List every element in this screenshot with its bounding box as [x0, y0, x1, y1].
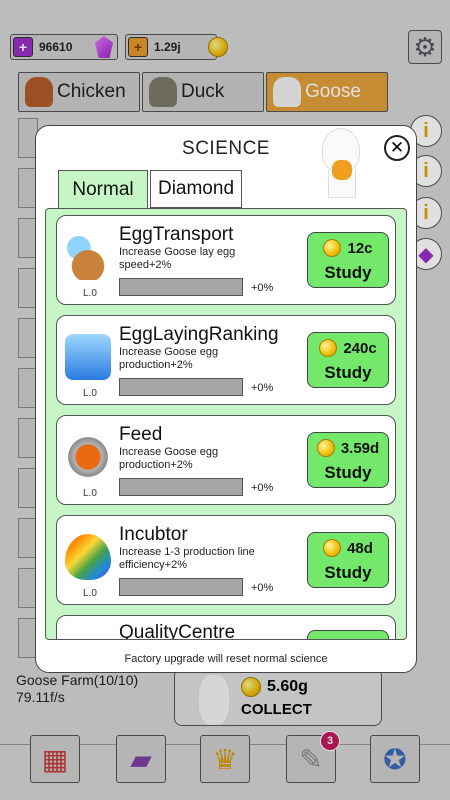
- progress-value: +0%: [251, 282, 274, 294]
- feed-can-icon: [65, 434, 111, 480]
- upgrade-name: QualityCentre: [119, 622, 236, 640]
- upgrade-card-incubtor: L.0 Incubtor Increase 1-3 production lin…: [56, 515, 396, 605]
- upgrade-desc: Increase Goose lay egg speed+2%: [119, 246, 236, 271]
- study-button[interactable]: 12c Study: [307, 232, 389, 288]
- upgrade-list[interactable]: L.0 EggTransport Increase Goose lay egg …: [45, 208, 407, 640]
- upgrade-desc: Increase Goose egg production+2%: [119, 446, 219, 471]
- upgrade-desc: Increase Goose egg production+2%: [119, 346, 219, 371]
- cost-value: 240c: [343, 339, 377, 357]
- tab-normal[interactable]: Normal: [58, 170, 148, 208]
- upgrade-card-quality-centre: QualityCentre: [56, 615, 396, 640]
- close-button[interactable]: ✕: [384, 135, 410, 161]
- progress-value: +0%: [251, 582, 274, 594]
- bottles-icon: [65, 334, 111, 380]
- coin-icon: [319, 339, 338, 357]
- level-label: L.0: [83, 488, 97, 499]
- goose-mascot-icon: [314, 126, 368, 198]
- progress-value: +0%: [251, 382, 274, 394]
- upgrade-name: Feed: [119, 424, 163, 445]
- study-label: Study: [324, 263, 372, 282]
- progress-value: +0%: [251, 482, 274, 494]
- coin-icon: [323, 239, 342, 257]
- upgrade-card-egg-transport: L.0 EggTransport Increase Goose lay egg …: [56, 215, 396, 305]
- cost-value: 48d: [347, 539, 373, 557]
- science-dialog: SCIENCE ✕ Normal Diamond L.0 EggTranspor…: [35, 125, 417, 673]
- study-button[interactable]: 3.59d Study: [307, 432, 389, 488]
- upgrade-name: EggLayingRanking: [119, 324, 279, 345]
- level-label: L.0: [83, 588, 97, 599]
- progress-bar: [119, 478, 243, 496]
- upgrade-name: EggTransport: [119, 224, 234, 245]
- study-button[interactable]: [307, 630, 389, 639]
- progress-bar: [119, 578, 243, 596]
- tab-label: Diamond: [157, 178, 235, 199]
- study-button[interactable]: 48d Study: [307, 532, 389, 588]
- study-label: Study: [324, 363, 372, 382]
- reset-note: Factory upgrade will reset normal scienc…: [124, 653, 328, 665]
- close-icon: ✕: [389, 138, 405, 157]
- study-label: Study: [324, 563, 372, 582]
- upgrade-name: Incubtor: [119, 524, 188, 545]
- rainbow-egg-icon: [65, 534, 111, 580]
- upgrade-card-feed: L.0 Feed Increase Goose egg production+2…: [56, 415, 396, 505]
- coin-icon: [323, 539, 342, 557]
- upgrade-desc: Increase 1-3 production line efficiency+…: [119, 546, 255, 571]
- cost-value: 12c: [347, 239, 373, 257]
- level-label: L.0: [83, 288, 97, 299]
- upgrade-card-egg-laying-ranking: L.0 EggLayingRanking Increase Goose egg …: [56, 315, 396, 405]
- tab-diamond[interactable]: Diamond: [150, 170, 242, 208]
- study-button[interactable]: 240c Study: [307, 332, 389, 388]
- tab-label: Normal: [72, 178, 134, 200]
- study-label: Study: [324, 463, 372, 482]
- progress-bar: [119, 278, 243, 296]
- level-label: L.0: [83, 388, 97, 399]
- progress-bar: [119, 378, 243, 396]
- cost-value: 3.59d: [340, 439, 380, 457]
- coin-icon: [316, 439, 335, 457]
- boots-icon: [65, 234, 111, 280]
